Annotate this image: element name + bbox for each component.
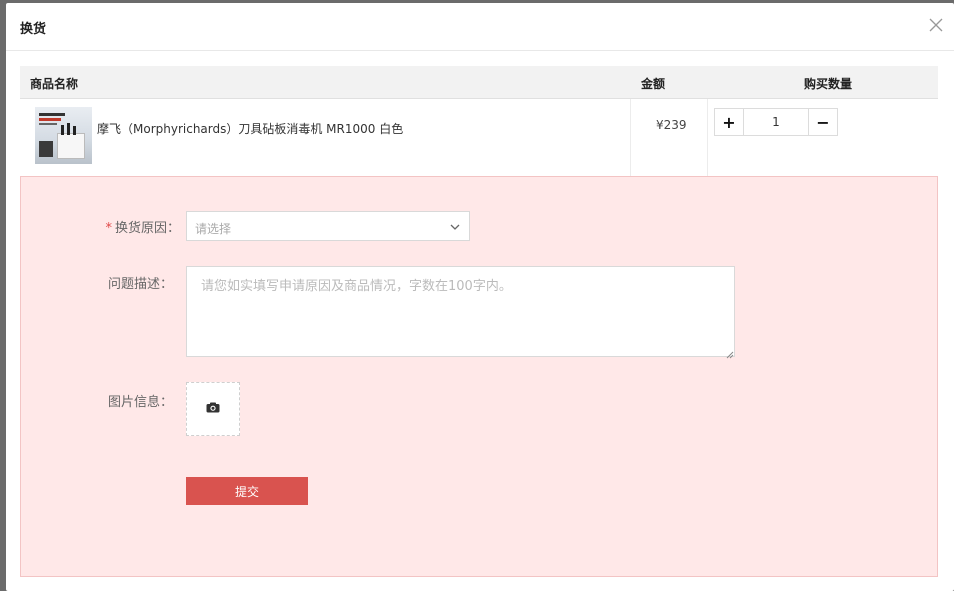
image-upload[interactable]: [186, 382, 240, 436]
required-mark: *: [105, 221, 112, 236]
column-divider: [707, 99, 708, 176]
reason-label: * 换货原因：: [90, 217, 180, 236]
reason-select-placeholder: 请选择: [195, 222, 232, 236]
images-label: 图片信息：: [107, 395, 173, 410]
reason-label-text: 换货原因：: [114, 221, 180, 236]
quantity-stepper: + −: [714, 108, 838, 136]
column-header-price: 金额: [641, 77, 666, 91]
column-header-name: 商品名称: [30, 77, 79, 91]
reason-select[interactable]: 请选择: [186, 211, 470, 241]
submit-button[interactable]: 提交: [186, 477, 308, 505]
exchange-form: *换货原因： 请选择 问题描述： 图片信息： 提交: [20, 176, 938, 577]
product-price: ¥239: [656, 118, 687, 132]
table-row: 摩飞（Morphyrichards）刀具砧板消毒机 MR1000 白色 ¥239…: [20, 99, 938, 177]
description-label: 问题描述：: [107, 277, 173, 292]
quantity-input[interactable]: [744, 108, 808, 136]
column-header-quantity: 购买数量: [804, 77, 853, 91]
dialog-title: 换货: [20, 22, 47, 37]
resize-handle-icon[interactable]: [726, 348, 734, 359]
dialog-header: 换货: [6, 3, 954, 51]
increase-button[interactable]: +: [714, 108, 744, 136]
decrease-button[interactable]: −: [808, 108, 838, 136]
exchange-dialog: 换货 商品名称 金额 购买数量 摩飞（Morphyrichards）刀具砧板消毒…: [6, 3, 954, 591]
close-icon[interactable]: [928, 17, 944, 33]
product-image[interactable]: [35, 107, 92, 164]
chevron-down-icon: [449, 221, 461, 233]
column-divider: [630, 99, 631, 176]
camera-icon: [206, 402, 220, 416]
product-name[interactable]: 摩飞（Morphyrichards）刀具砧板消毒机 MR1000 白色: [97, 120, 403, 137]
description-textarea[interactable]: [186, 266, 735, 357]
table-header: 商品名称 金额 购买数量: [20, 66, 938, 99]
